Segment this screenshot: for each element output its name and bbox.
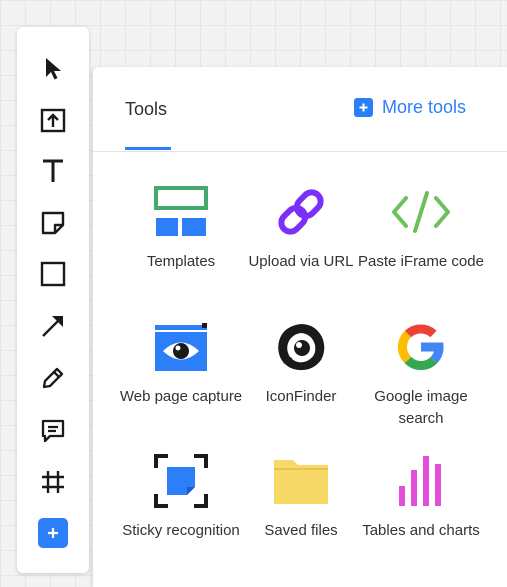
tool-google-image-search[interactable]: Google image search [358, 318, 484, 430]
tool-sticky-recognition[interactable]: Sticky recognition [118, 452, 244, 542]
tool-label: Saved files [264, 522, 338, 539]
tool-paste-iframe-code[interactable]: Paste iFrame code [358, 183, 484, 273]
left-toolbar [17, 27, 89, 573]
tool-tables-and-charts[interactable]: Tables and charts [358, 452, 484, 542]
tools-panel: Tools More tools Templates Upload via UR… [93, 67, 507, 587]
tool-templates[interactable]: Templates [118, 183, 244, 273]
sticky-note-icon[interactable] [17, 205, 89, 241]
tool-label: Web page capture [119, 388, 243, 405]
comment-icon[interactable] [17, 413, 89, 449]
sticky-recognition-icon [118, 452, 244, 510]
active-tab-indicator [125, 147, 171, 150]
tool-label: IconFinder [265, 388, 337, 405]
plus-icon [38, 518, 68, 548]
iconfinder-logo-icon [238, 318, 364, 376]
tool-saved-files[interactable]: Saved files [238, 452, 364, 542]
tool-label: Sticky recognition [122, 522, 240, 539]
folder-icon [238, 452, 364, 510]
upload-icon[interactable] [17, 102, 89, 138]
web-capture-eye-icon [118, 318, 244, 376]
text-icon[interactable] [17, 153, 89, 189]
tool-label: Tables and charts [362, 522, 480, 539]
pencil-icon[interactable] [17, 360, 89, 396]
templates-icon [118, 183, 244, 241]
google-logo-icon [358, 318, 484, 376]
arrow-line-icon[interactable] [17, 308, 89, 344]
tool-upload-via-url[interactable]: Upload via URL [238, 183, 364, 273]
more-tools-label: More tools [382, 97, 467, 117]
more-tools-button[interactable]: More tools [354, 97, 466, 118]
tab-tools[interactable]: Tools [125, 99, 167, 120]
bar-chart-icon [358, 452, 484, 510]
tool-label: Paste iFrame code [358, 253, 484, 270]
tool-web-page-capture[interactable]: Web page capture [118, 318, 244, 408]
link-icon [238, 183, 364, 241]
tool-label: Templates [146, 253, 216, 270]
tool-label: Upload via URL [248, 253, 354, 270]
add-tools-button[interactable] [17, 515, 89, 551]
tool-label: Google image search [374, 388, 468, 427]
select-pointer-icon[interactable] [17, 51, 89, 87]
tool-iconfinder[interactable]: IconFinder [238, 318, 364, 408]
code-icon [358, 183, 484, 241]
panel-header: Tools More tools [93, 67, 507, 152]
frame-icon[interactable] [17, 464, 89, 500]
plus-icon [354, 98, 373, 117]
rectangle-shape-icon[interactable] [17, 256, 89, 292]
